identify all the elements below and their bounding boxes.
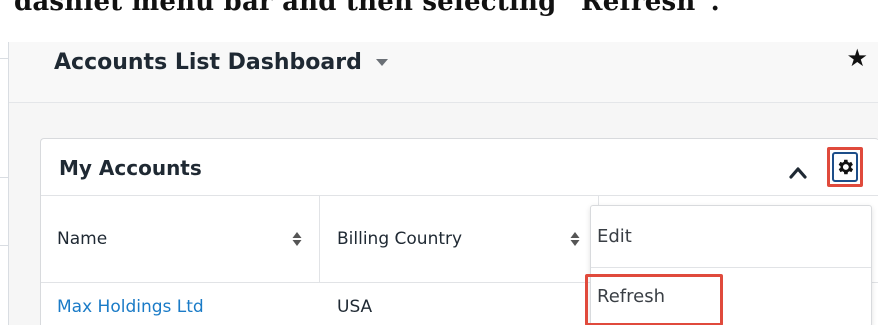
column-header-name[interactable]: Name xyxy=(57,196,307,282)
dashboard-header: Accounts List Dashboard ★ xyxy=(9,42,878,103)
caret-down-icon[interactable] xyxy=(375,58,388,66)
chevron-up-icon[interactable] xyxy=(789,164,807,179)
sort-icon[interactable] xyxy=(292,231,302,247)
column-divider xyxy=(319,196,320,282)
page: dashlet menu bar and then selecting “Ref… xyxy=(0,0,878,325)
instruction-caption: dashlet menu bar and then selecting “Ref… xyxy=(14,0,720,17)
gear-icon xyxy=(832,152,858,182)
refresh-highlight-box xyxy=(585,274,723,325)
left-border-tick xyxy=(0,177,8,178)
menu-divider xyxy=(591,267,871,268)
sort-icon[interactable] xyxy=(570,231,580,247)
account-name-link[interactable]: Max Holdings Ltd xyxy=(57,297,204,317)
dashlet-settings-menu: Edit Refresh xyxy=(585,205,872,325)
left-border-tick xyxy=(0,245,8,246)
star-icon[interactable]: ★ xyxy=(846,44,868,72)
column-header-label: Billing Country xyxy=(337,229,463,249)
dashlet-header: My Accounts xyxy=(41,139,878,196)
dashboard-title-dropdown[interactable]: Accounts List Dashboard xyxy=(54,47,388,77)
menu-item-edit[interactable]: Edit xyxy=(591,226,871,256)
dashlet-title: My Accounts xyxy=(59,156,202,180)
column-header-billing-country[interactable]: Billing Country xyxy=(337,196,567,282)
billing-country-cell: USA xyxy=(337,297,373,317)
dashboard-title: Accounts List Dashboard xyxy=(54,49,362,75)
dashlet-settings-button[interactable] xyxy=(827,147,863,187)
column-header-label: Name xyxy=(57,229,108,249)
menu-item-label: Edit xyxy=(597,226,632,247)
left-border-tick xyxy=(0,58,8,59)
